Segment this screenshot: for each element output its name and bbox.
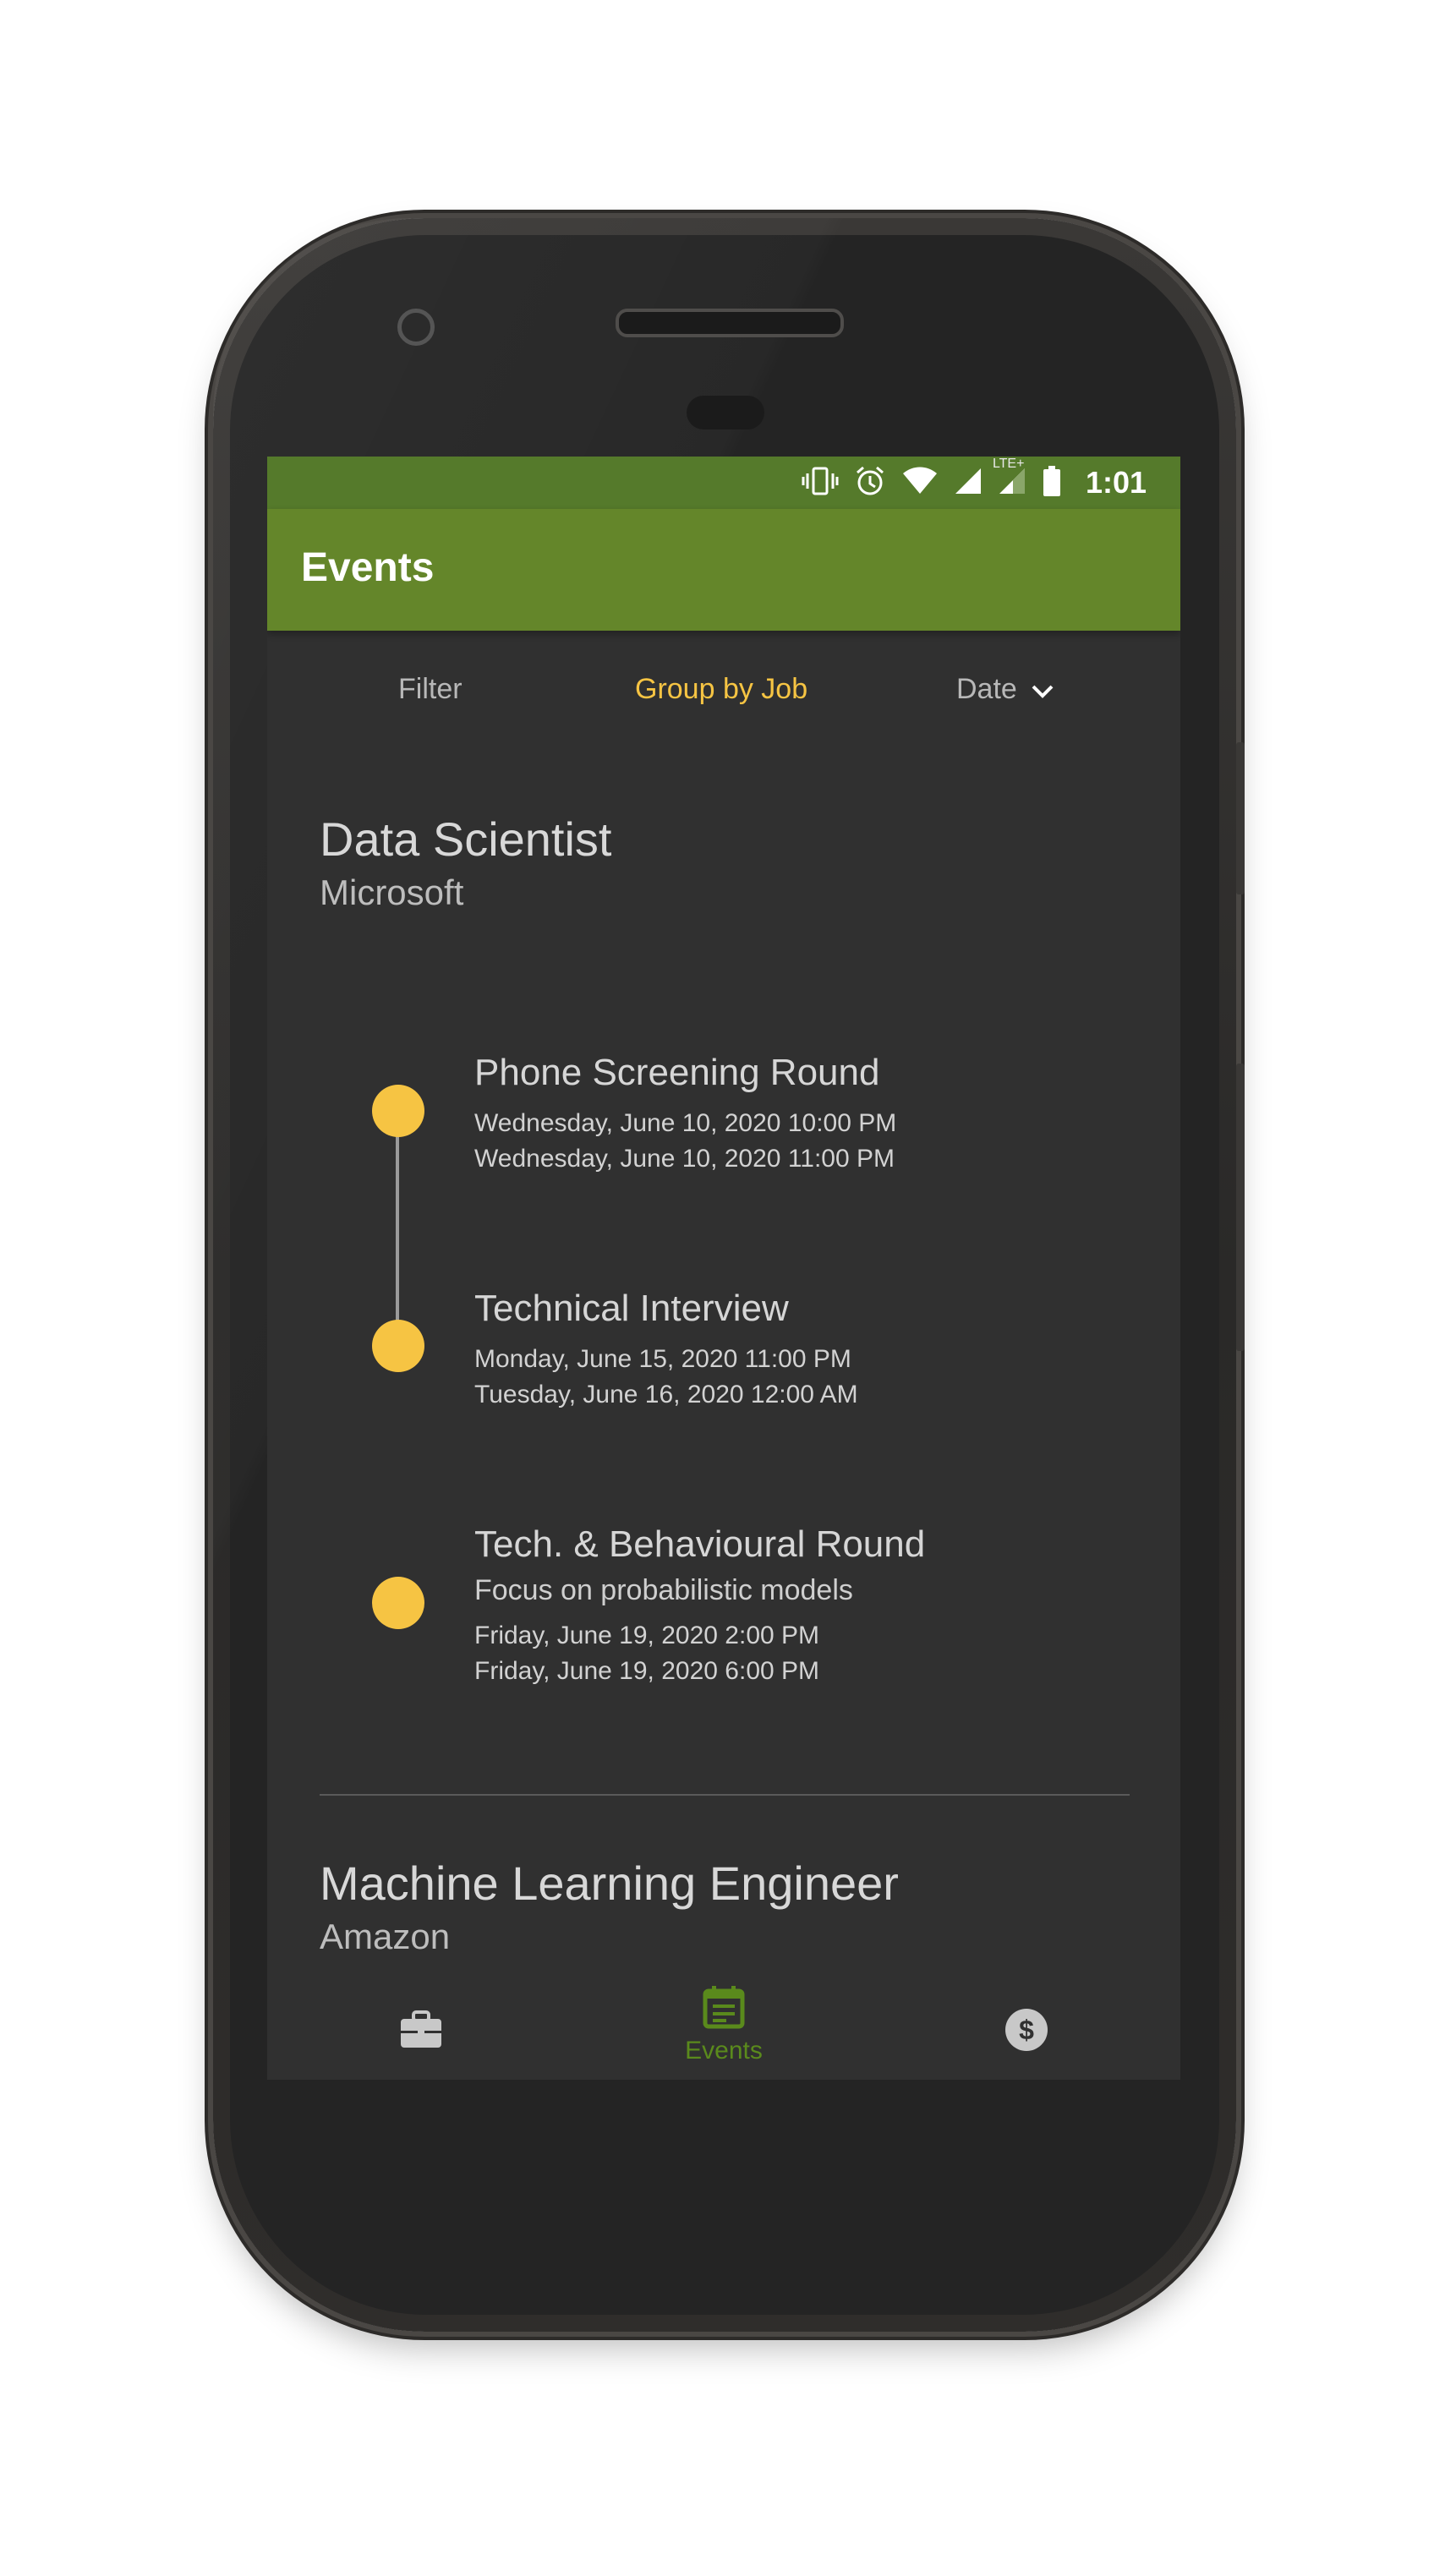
- date-sort-button[interactable]: Date: [956, 673, 1054, 708]
- event-end: Friday, June 19, 2020 6:00 PM: [474, 1657, 820, 1685]
- filter-button[interactable]: Filter: [398, 673, 463, 706]
- signal-icon: [954, 467, 983, 500]
- event-start: Wednesday, June 10, 2020 10:00 PM: [474, 1109, 897, 1137]
- battery-icon: [1042, 465, 1062, 501]
- front-camera: [397, 309, 435, 346]
- app-bar: Events: [267, 509, 1180, 631]
- timeline-dot: [372, 1577, 424, 1629]
- wifi-icon: [901, 467, 939, 500]
- page-title: Events: [301, 545, 435, 590]
- briefcase-icon: [399, 2010, 443, 2053]
- job-company: Amazon: [320, 1917, 451, 1956]
- earpiece-speaker: [616, 309, 844, 337]
- group-by-job-button[interactable]: Group by Job: [635, 673, 807, 706]
- status-time: 1:01: [1085, 465, 1147, 500]
- svg-text:$: $: [1019, 2015, 1034, 2045]
- nav-jobs[interactable]: [337, 2010, 506, 2054]
- nav-events[interactable]: Events: [639, 1985, 808, 2065]
- dollar-icon: $: [1004, 2009, 1049, 2056]
- vibrate-icon: [802, 466, 839, 500]
- volume-button: [1236, 1064, 1245, 1351]
- event-start: Friday, June 19, 2020 2:00 PM: [474, 1622, 820, 1649]
- job-company: Microsoft: [320, 872, 464, 912]
- status-bar: LTE+ 1:01: [267, 457, 1180, 509]
- event-title: Technical Interview: [474, 1288, 789, 1329]
- timeline-dot: [372, 1085, 424, 1137]
- event-note: Focus on probabilistic models: [474, 1574, 853, 1606]
- filter-toolbar: Filter Group by Job Date: [267, 631, 1180, 749]
- event-start: Monday, June 15, 2020 11:00 PM: [474, 1345, 851, 1373]
- proximity-sensor: [687, 396, 764, 429]
- event-title: Tech. & Behavioural Round: [474, 1523, 926, 1565]
- job-title[interactable]: Machine Learning Engineer: [320, 1856, 899, 1911]
- chevron-down-icon: [1031, 675, 1054, 708]
- date-sort-label: Date: [956, 673, 1017, 705]
- event-end: Tuesday, June 16, 2020 12:00 AM: [474, 1381, 858, 1408]
- alarm-icon: [854, 465, 886, 501]
- event-title: Phone Screening Round: [474, 1052, 880, 1093]
- timeline-dot: [372, 1320, 424, 1372]
- app-screen: LTE+ 1:01 Events Filter Group by Job Dat…: [267, 457, 1180, 2080]
- job-title[interactable]: Data Scientist: [320, 812, 612, 867]
- bottom-navigation: Events $: [267, 1985, 1180, 2080]
- lte-signal-icon: LTE+: [993, 457, 1026, 500]
- network-type-label: LTE+: [992, 457, 1025, 471]
- event-end: Wednesday, June 10, 2020 11:00 PM: [474, 1145, 895, 1173]
- nav-events-label: Events: [685, 2037, 763, 2065]
- power-button: [1236, 742, 1245, 894]
- group-divider: [320, 1794, 1130, 1796]
- calendar-icon: [703, 1986, 745, 2032]
- nav-salary[interactable]: $: [942, 2007, 1111, 2057]
